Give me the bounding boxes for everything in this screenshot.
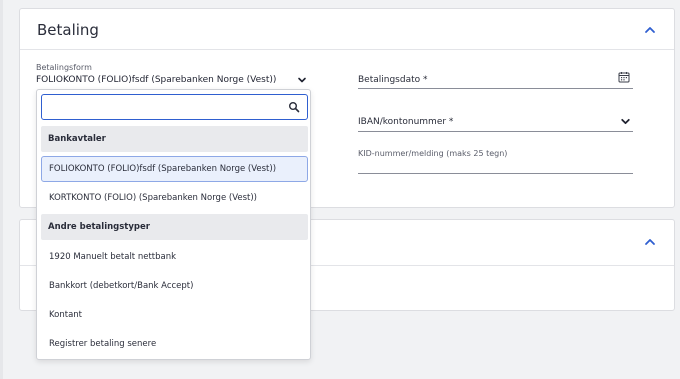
- dropdown-option[interactable]: 1920 Manuelt betalt nettbank: [41, 244, 308, 270]
- betalingsform-dropdown: Bankavtaler FOLIOKONTO (FOLIO)fsdf (Spar…: [36, 89, 311, 360]
- dropdown-group-bankavtaler: Bankavtaler: [41, 126, 308, 152]
- dropdown-option[interactable]: Registrer betaling senere: [41, 331, 308, 357]
- page-edge: [0, 0, 3, 379]
- chevron-up-icon[interactable]: [643, 23, 657, 37]
- iban-underline: [358, 131, 633, 132]
- calendar-icon[interactable]: [618, 71, 630, 83]
- dropdown-option[interactable]: KORTKONTO (FOLIO) (Sparebanken Norge (Ve…: [41, 185, 308, 211]
- kid-input[interactable]: [358, 159, 633, 173]
- dropdown-option[interactable]: Bankkort (debetkort/Bank Accept): [41, 273, 308, 299]
- card-divider: [20, 49, 674, 50]
- chevron-down-icon[interactable]: [620, 116, 631, 127]
- betalingsform-label: Betalingsform: [36, 63, 92, 72]
- dropdown-option[interactable]: Kontant: [41, 302, 308, 328]
- kid-label: KID-nummer/melding (maks 25 tegn): [358, 149, 508, 158]
- card-title: Betaling: [37, 21, 99, 39]
- betalingsdato-underline: [358, 88, 633, 89]
- dropdown-group-andre-betalingstyper: Andre betalingstyper: [41, 214, 308, 240]
- betalingsdato-field[interactable]: Betalingsdato *: [358, 75, 428, 85]
- chevron-down-icon[interactable]: [297, 75, 307, 85]
- chevron-up-icon[interactable]: [643, 235, 657, 249]
- dropdown-option[interactable]: FOLIOKONTO (FOLIO)fsdf (Sparebanken Norg…: [41, 156, 308, 182]
- dropdown-search-input[interactable]: [41, 94, 308, 120]
- betalingsform-value[interactable]: FOLIOKONTO (FOLIO)fsdf (Sparebanken Norg…: [36, 75, 276, 85]
- search-icon[interactable]: [288, 101, 300, 113]
- kid-underline: [358, 173, 633, 174]
- iban-field[interactable]: IBAN/kontonummer *: [358, 117, 453, 127]
